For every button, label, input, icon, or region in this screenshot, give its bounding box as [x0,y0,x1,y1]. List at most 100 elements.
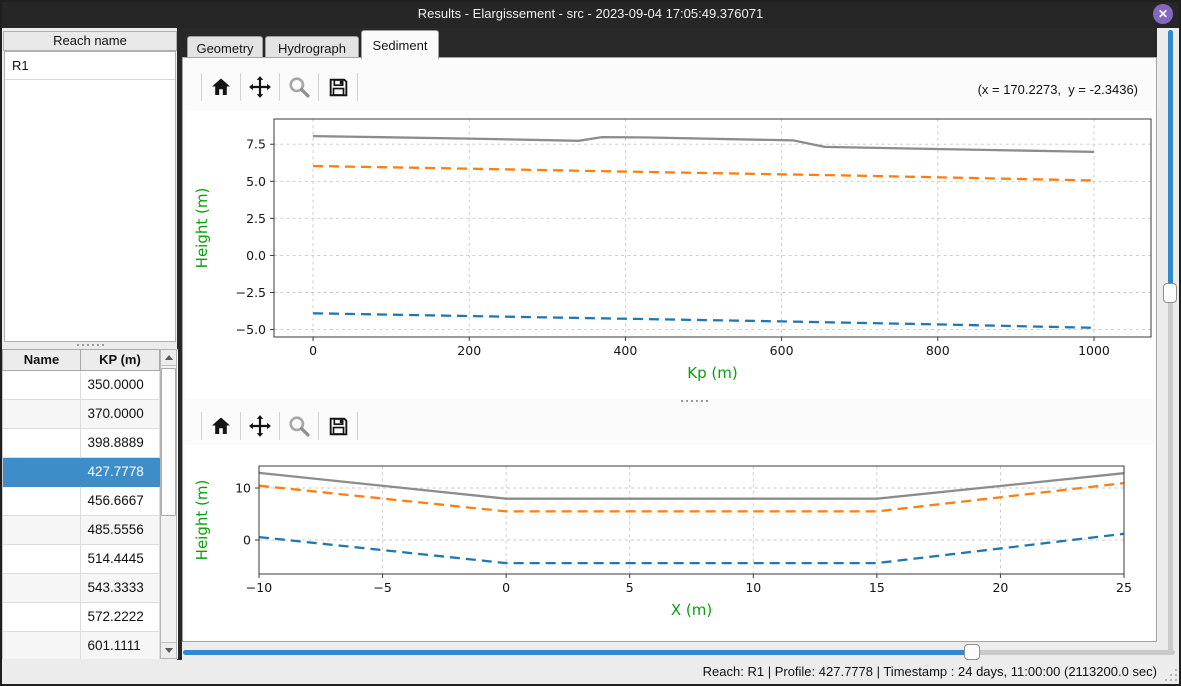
triangle-up-icon [165,355,173,360]
svg-text:600: 600 [770,343,794,358]
svg-text:5: 5 [626,580,634,595]
cell-name[interactable] [3,545,81,574]
cell-kp[interactable]: 543.3333 [81,574,160,603]
scroll-up-button[interactable] [161,350,176,366]
vertical-slider-fill [1168,30,1173,293]
magnifier-icon [287,75,311,99]
column-header-kp[interactable]: KP (m) [81,349,160,371]
cell-name[interactable] [3,603,81,632]
kp-profile-chart[interactable]: 02004006008001000−5.0−2.50.02.55.07.5Kp … [185,111,1154,399]
reach-list-item-r1[interactable]: R1 [5,52,175,80]
table-row[interactable]: 370.0000 [2,400,160,429]
table-row[interactable]: 514.4445 [2,545,160,574]
save-icon [327,415,350,438]
cell-name[interactable] [3,371,81,400]
statusbar: Reach: R1 | Profile: 427.7778 | Timestam… [0,660,1181,684]
svg-text:−2.5: −2.5 [236,285,266,300]
chart2-toolbar [197,410,362,442]
sediment-tab-panel: (x = 170.2273, y = -2.3436) 020040060080… [182,57,1157,642]
pan-icon [248,75,272,99]
svg-text:0: 0 [502,580,510,595]
svg-text:1000: 1000 [1078,343,1110,358]
svg-text:X (m): X (m) [671,601,712,619]
tab-hydrograph[interactable]: Hydrograph [265,36,359,59]
column-header-name[interactable]: Name [2,349,81,371]
svg-text:25: 25 [1116,580,1132,595]
profile-table: Name KP (m) 350.0000370.0000398.8889427.… [2,349,178,659]
table-row[interactable]: 427.7778 [2,458,160,487]
time-slider-handle[interactable] [964,644,980,660]
cell-kp[interactable]: 514.4445 [81,545,160,574]
charts-splitter-handle[interactable] [664,399,724,403]
svg-text:400: 400 [613,343,637,358]
svg-text:−10: −10 [246,580,272,595]
table-row[interactable]: 456.6667 [2,487,160,516]
sidebar-splitter-handle[interactable] [60,343,120,347]
home-button-2[interactable] [206,411,236,441]
vertical-slider[interactable] [1162,30,1178,652]
zoom-button[interactable] [284,72,314,102]
triangle-down-icon [165,648,173,653]
cell-kp[interactable]: 456.6667 [81,487,160,516]
profile-table-header: Name KP (m) [2,349,160,371]
cell-kp[interactable]: 601.1111 [81,632,160,659]
scrollbar-thumb[interactable] [161,368,176,516]
table-row[interactable]: 543.3333 [2,574,160,603]
cell-name[interactable] [3,487,81,516]
cell-name[interactable] [3,458,81,487]
save-button-2[interactable] [323,411,353,441]
cell-kp[interactable]: 485.5556 [81,516,160,545]
svg-text:10: 10 [745,580,761,595]
pan-button[interactable] [245,72,275,102]
time-slider[interactable] [183,644,1175,660]
svg-text:15: 15 [869,580,885,595]
home-button[interactable] [206,72,236,102]
cell-name[interactable] [3,400,81,429]
table-row[interactable]: 350.0000 [2,371,160,400]
svg-text:2.5: 2.5 [246,211,266,226]
pan-button-2[interactable] [245,411,275,441]
svg-text:20: 20 [992,580,1008,595]
pan-icon [248,414,272,438]
cell-kp[interactable]: 350.0000 [81,371,160,400]
save-button[interactable] [323,72,353,102]
table-row[interactable]: 572.2222 [2,603,160,632]
svg-text:Height (m): Height (m) [193,480,211,561]
cell-name[interactable] [3,429,81,458]
zoom-button-2[interactable] [284,411,314,441]
cell-name[interactable] [3,516,81,545]
cell-kp[interactable]: 370.0000 [81,400,160,429]
titlebar: Results - Elargissement - src - 2023-09-… [0,0,1181,28]
close-icon: ✕ [1158,7,1168,21]
tab-sediment[interactable]: Sediment [361,30,439,59]
cell-kp[interactable]: 427.7778 [81,458,160,487]
reach-list[interactable]: R1 [4,51,176,342]
home-icon [210,415,232,437]
cell-name[interactable] [3,574,81,603]
window-title: Results - Elargissement - src - 2023-09-… [0,0,1181,28]
time-slider-fill [183,650,972,655]
table-row[interactable]: 398.8889 [2,429,160,458]
table-scrollbar[interactable] [160,349,177,659]
cell-kp[interactable]: 572.2222 [81,603,160,632]
cell-name[interactable] [3,632,81,659]
table-row[interactable]: 601.1111 [2,632,160,659]
svg-text:0.0: 0.0 [246,248,266,263]
magnifier-icon [287,414,311,438]
close-button[interactable]: ✕ [1153,4,1173,24]
size-grip[interactable] [1163,667,1177,681]
svg-text:10: 10 [235,480,251,495]
tab-geometry[interactable]: Geometry [187,36,263,59]
table-row[interactable]: 485.5556 [2,516,160,545]
vertical-slider-handle[interactable] [1163,283,1177,303]
cross-section-chart[interactable]: −10−50510152025010X (m)Height (m) [185,445,1154,641]
svg-text:0: 0 [243,532,251,547]
svg-text:Kp (m): Kp (m) [687,364,737,382]
cell-kp[interactable]: 398.8889 [81,429,160,458]
home-icon [210,76,232,98]
svg-text:0: 0 [309,343,317,358]
svg-text:Height (m): Height (m) [193,188,211,269]
scroll-down-button[interactable] [161,642,176,658]
save-icon [327,76,350,99]
svg-text:800: 800 [926,343,950,358]
